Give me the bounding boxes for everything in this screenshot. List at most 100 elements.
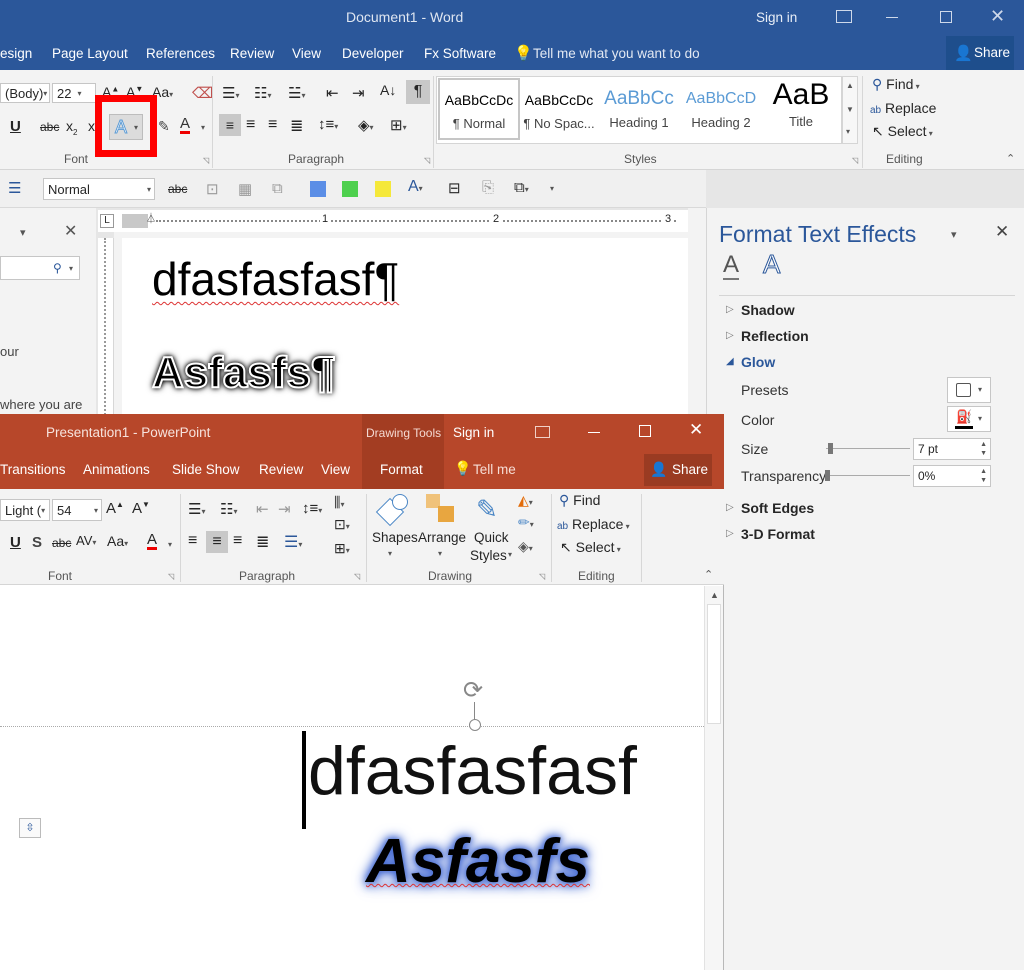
ppt-strikethrough-icon[interactable]: abc [52,536,71,550]
glow-collapse-icon[interactable]: ◢ [726,356,734,367]
word-replace-button[interactable]: ab Replace [870,100,936,116]
ppt-drawing-launcher-icon[interactable]: ◹ [539,572,545,581]
styles-dialog-launcher-icon[interactable]: ◹ [852,156,858,165]
ppt-grow-font-icon[interactable]: A▲ [106,500,124,517]
ppt-char-spacing-icon[interactable]: AV▾ [76,533,96,548]
decrease-indent-icon[interactable]: ⇤ [326,84,339,102]
word-select-button[interactable]: ↖ Select ▾ [872,123,933,140]
close-icon[interactable]: ✕ [990,6,1005,27]
style-heading-1[interactable]: AaBbCc Heading 1 [598,78,680,140]
increase-indent-icon[interactable]: ⇥ [352,84,365,102]
underline-icon[interactable]: U [10,118,21,135]
arrange-dropdown-icon[interactable]: ▾ [438,549,442,558]
ppt-change-case-icon[interactable]: Aa▾ [107,533,128,549]
qat-strikethrough-icon[interactable]: abc [168,182,187,196]
font-color-dropdown-icon[interactable]: ▾ [201,123,205,132]
qat-icon-4[interactable]: ⊟ [448,179,461,197]
nav-search-input[interactable]: ⚲ ▾ [0,256,80,280]
rotate-handle-icon[interactable]: ⟳ [463,676,483,705]
ppt-underline-icon[interactable]: U [10,534,21,551]
collapse-ribbon-icon[interactable]: ⌃ [1006,152,1015,165]
word-find-button[interactable]: ⚲ Find ▾ [872,76,920,93]
ppt-shrink-font-icon[interactable]: A▼ [132,500,150,517]
clear-formatting-icon[interactable]: ⌫ [192,84,213,102]
list-icon[interactable]: ☰ [8,179,21,197]
blue-color-icon[interactable] [310,181,326,197]
indent-marker-icon[interactable]: ⏃ [146,210,156,225]
qat-icon-3[interactable]: ⧉ [272,180,283,197]
layout-options-icon[interactable]: ⇳ [19,818,41,838]
subscript-icon[interactable]: x2 [66,118,77,137]
paragraph-dialog-launcher-icon[interactable]: ◹ [424,156,430,165]
ppt-ribbon-display-icon[interactable] [535,426,550,438]
shape-effects-icon[interactable]: ◈▾ [518,538,533,555]
tab-selector-icon[interactable]: L [100,214,114,228]
word-share-button[interactable]: 👤 Share [946,36,1014,70]
tab-fx-software[interactable]: Fx Software [424,46,496,61]
customize-qat-icon[interactable]: ▾ [550,184,554,193]
ppt-align-text-icon[interactable]: ⊡▾ [334,516,350,533]
nav-pane-close-icon[interactable]: ✕ [64,221,77,241]
shape-fill-icon[interactable]: ◭▾ [518,492,533,509]
ppt-tab-slide-show[interactable]: Slide Show [172,462,240,477]
ppt-vertical-scrollbar[interactable]: ▲ [704,586,723,970]
ppt-tab-animations[interactable]: Animations [83,462,150,477]
ppt-styles-button[interactable]: Styles [470,548,507,563]
word-page[interactable]: dfasfasfasf¶ Asfasfs¶ [122,238,688,418]
search-dropdown-icon[interactable]: ▾ [69,264,73,273]
tab-review[interactable]: Review [230,46,274,61]
ppt-line-spacing-icon[interactable]: ↕≡▾ [302,500,322,517]
ppt-font-launcher-icon[interactable]: ◹ [168,572,174,581]
ppt-arrange-button[interactable]: Arrange [418,530,466,545]
style-no-spacing[interactable]: AaBbCcDc ¶ No Spac... [518,78,600,140]
ppt-maximize-icon[interactable] [639,425,651,437]
shapes-dropdown-icon[interactable]: ▾ [388,549,392,558]
style-box[interactable]: Normal ▾ [43,178,155,200]
pane-close-icon[interactable]: ✕ [995,222,1009,242]
ppt-font-color-icon[interactable]: A [147,532,158,550]
ppt-sign-in[interactable]: Sign in [453,425,494,440]
ppt-decrease-indent-icon[interactable]: ⇤ [256,500,269,518]
3d-format-expand-icon[interactable]: ▷ [726,528,734,539]
style-heading-2[interactable]: AaBbCcD Heading 2 [680,78,762,140]
text-effects-tab-icon[interactable]: A [762,250,780,279]
ppt-quick-button[interactable]: Quick [474,530,509,545]
ppt-tab-review[interactable]: Review [259,462,303,477]
transparency-spinner[interactable]: 0% ▲ ▼ [913,465,991,487]
transparency-slider[interactable] [826,475,910,476]
ppt-collapse-ribbon-icon[interactable]: ⌃ [704,568,713,581]
word-tell-me[interactable]: Tell me what you want to do [533,46,700,61]
align-left-icon[interactable]: ≡ [219,114,241,136]
section-shadow[interactable]: Shadow [741,302,795,318]
ppt-paragraph-launcher-icon[interactable]: ◹ [354,572,360,581]
font-dialog-launcher-icon[interactable]: ◹ [203,156,209,165]
soft-edges-expand-icon[interactable]: ▷ [726,502,734,513]
tab-page-layout[interactable]: Page Layout [52,46,128,61]
maximize-icon[interactable] [940,11,952,23]
tab-design[interactable]: esign [0,46,32,61]
justify-icon[interactable]: ≣ [290,116,303,136]
transparency-slider-thumb[interactable] [825,470,830,481]
ppt-bullets-icon[interactable]: ☰▾ [188,500,205,518]
ppt-tab-transitions[interactable]: Transitions [0,462,66,477]
ppt-numbering-icon[interactable]: ☷▾ [220,500,237,518]
strikethrough-icon[interactable]: abc [40,120,59,134]
word-doc-line-1[interactable]: dfasfasfasf¶ [152,252,399,306]
ppt-align-left-icon[interactable]: ≡ [188,532,197,550]
word-doc-line-2[interactable]: Asfasfs¶ [151,347,336,398]
ppt-tab-view[interactable]: View [321,462,350,477]
show-formatting-marks-icon[interactable]: ¶ [406,80,430,104]
word-font-name[interactable]: (Body) ▾ [0,83,50,103]
bullets-icon[interactable]: ☰▾ [222,84,239,102]
word-font-size[interactable]: 22 ▾ [52,83,96,103]
ppt-close-icon[interactable]: ✕ [689,420,703,440]
section-3d-format[interactable]: 3-D Format [741,526,815,542]
borders-icon[interactable]: ⊞▾ [390,116,407,134]
qat-icon-6[interactable]: ⧉▾ [514,179,529,196]
text-fill-outline-tab-icon[interactable]: A [723,252,740,280]
resize-handle[interactable] [469,719,481,731]
qat-icon-2[interactable]: ▦ [238,180,252,198]
size-slider-thumb[interactable] [828,443,833,454]
shadow-expand-icon[interactable]: ▷ [726,304,734,315]
pane-options-icon[interactable]: ▾ [951,228,957,241]
